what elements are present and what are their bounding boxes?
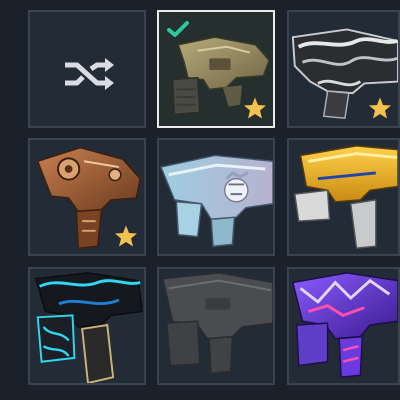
star-icon[interactable]: [243, 96, 267, 120]
black-cyan-smg-image: [34, 272, 143, 383]
skin-tile-anime[interactable]: [157, 138, 275, 256]
skin-tile-default[interactable]: [157, 267, 275, 385]
skin-tile-gold-blue[interactable]: [287, 138, 400, 256]
shuffle-icon: [65, 58, 114, 90]
skin-tile-purple[interactable]: [287, 267, 400, 385]
skin-tile-black-white[interactable]: [287, 10, 400, 128]
star-icon[interactable]: [368, 96, 392, 120]
skin-tile-random[interactable]: [28, 10, 146, 128]
check-icon: [167, 21, 189, 37]
skin-tile-black-cyan[interactable]: [28, 267, 146, 385]
skin-tile-copper[interactable]: [28, 138, 146, 256]
default-grey-smg-image: [161, 272, 273, 375]
skin-grid: [0, 0, 400, 400]
gold-blue-smg-image: [293, 145, 398, 249]
skin-tile-tan[interactable]: [157, 10, 275, 128]
purple-graffiti-smg-image: [291, 272, 398, 378]
anime-pastel-smg-image: [159, 154, 273, 248]
star-icon[interactable]: [114, 224, 138, 248]
